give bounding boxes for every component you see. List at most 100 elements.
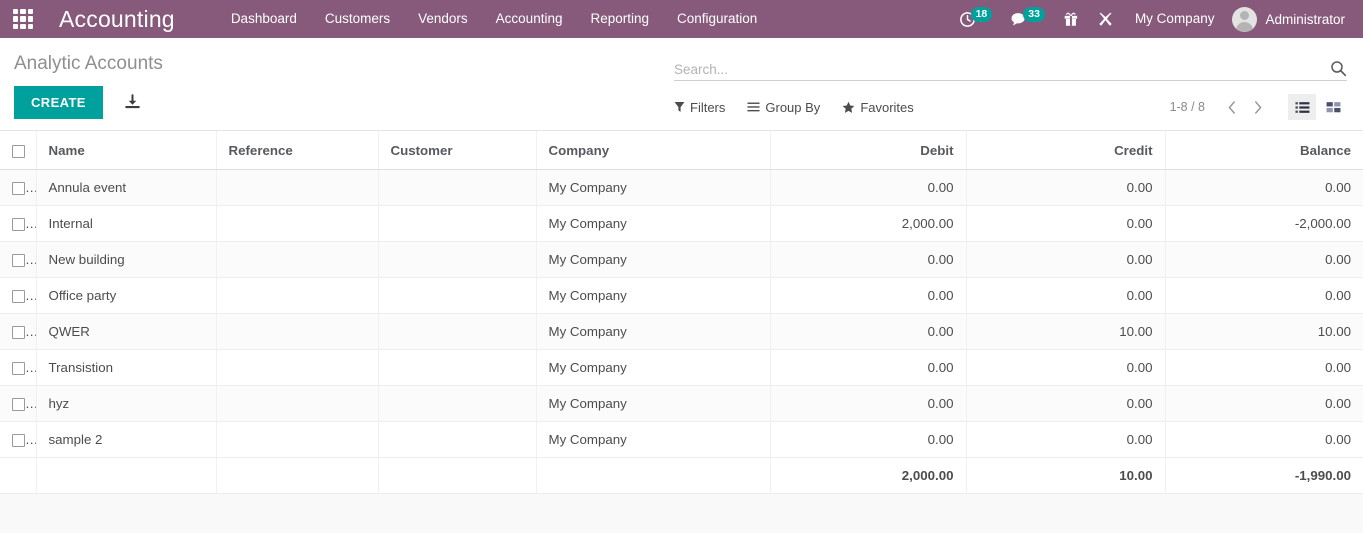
apps-grid-icon xyxy=(13,9,34,30)
row-select-cell xyxy=(0,242,36,278)
apps-menu-button[interactable] xyxy=(0,0,46,38)
cell-balance: 0.00 xyxy=(1165,242,1363,278)
menu-item-customers[interactable]: Customers xyxy=(311,0,404,38)
cell-customer xyxy=(378,350,536,386)
favorites-dropdown[interactable]: Favorites xyxy=(842,100,913,115)
messages-count-badge: 33 xyxy=(1023,7,1045,22)
cell-balance: -2,000.00 xyxy=(1165,206,1363,242)
menu-item-configuration[interactable]: Configuration xyxy=(663,0,771,38)
row-checkbox[interactable] xyxy=(12,290,25,303)
row-checkbox[interactable] xyxy=(12,362,25,375)
menu-item-dashboard[interactable]: Dashboard xyxy=(217,0,311,38)
company-selector[interactable]: My Company xyxy=(1123,0,1227,38)
row-select-cell xyxy=(0,314,36,350)
table-row[interactable]: Annula event My Company 0.00 0.00 0.00 xyxy=(0,170,1363,206)
column-header-reference[interactable]: Reference xyxy=(216,131,378,170)
cell-reference xyxy=(216,206,378,242)
cell-credit: 0.00 xyxy=(966,206,1165,242)
activities-button[interactable]: 18 xyxy=(950,0,1002,38)
row-select-cell xyxy=(0,386,36,422)
cell-name: Office party xyxy=(36,278,216,314)
totals-select-cell xyxy=(0,458,36,494)
search-icon xyxy=(1330,60,1347,77)
row-checkbox[interactable] xyxy=(12,254,25,267)
table-row[interactable]: Transistion My Company 0.00 0.00 0.00 xyxy=(0,350,1363,386)
filter-funnel-icon xyxy=(674,101,685,113)
cell-balance: 10.00 xyxy=(1165,314,1363,350)
row-checkbox[interactable] xyxy=(12,218,25,231)
row-checkbox[interactable] xyxy=(12,398,25,411)
cell-customer xyxy=(378,170,536,206)
filters-dropdown[interactable]: Filters xyxy=(674,100,725,115)
cell-name: Annula event xyxy=(36,170,216,206)
cell-balance: 0.00 xyxy=(1165,170,1363,206)
favorites-label: Favorites xyxy=(860,100,913,115)
group-by-dropdown[interactable]: Group By xyxy=(747,100,820,115)
user-name-label: Administrator xyxy=(1265,12,1345,27)
table-row[interactable]: New building My Company 0.00 0.00 0.00 xyxy=(0,242,1363,278)
column-header-company[interactable]: Company xyxy=(536,131,770,170)
row-select-cell xyxy=(0,170,36,206)
page-title: Analytic Accounts xyxy=(14,38,163,76)
row-checkbox[interactable] xyxy=(12,434,25,447)
cell-name: Internal xyxy=(36,206,216,242)
column-header-debit[interactable]: Debit xyxy=(770,131,966,170)
table-row[interactable]: QWER My Company 0.00 10.00 10.00 xyxy=(0,314,1363,350)
pager-count[interactable]: 1-8 / 8 xyxy=(1170,100,1205,114)
cell-credit: 0.00 xyxy=(966,170,1165,206)
avatar-icon xyxy=(1232,7,1257,32)
totals-company-cell xyxy=(536,458,770,494)
app-brand-accounting[interactable]: Accounting xyxy=(59,6,175,33)
row-checkbox[interactable] xyxy=(12,326,25,339)
cell-company: My Company xyxy=(536,242,770,278)
cell-balance: 0.00 xyxy=(1165,386,1363,422)
search-button[interactable] xyxy=(1322,60,1347,77)
cell-credit: 0.00 xyxy=(966,242,1165,278)
cell-name: sample 2 xyxy=(36,422,216,458)
table-header-row: Name Reference Customer Company Debit Cr… xyxy=(0,131,1363,170)
page-background xyxy=(0,494,1363,533)
cell-company: My Company xyxy=(536,350,770,386)
column-header-balance[interactable]: Balance xyxy=(1165,131,1363,170)
list-view-button[interactable] xyxy=(1288,94,1316,120)
column-header-credit[interactable]: Credit xyxy=(966,131,1165,170)
control-panel: Analytic Accounts CREATE xyxy=(0,38,1363,131)
table-row[interactable]: Office party My Company 0.00 0.00 0.00 xyxy=(0,278,1363,314)
cell-name: Transistion xyxy=(36,350,216,386)
menu-item-reporting[interactable]: Reporting xyxy=(576,0,663,38)
pager-next-button[interactable] xyxy=(1245,94,1271,120)
create-button[interactable]: CREATE xyxy=(14,86,103,119)
kanban-view-button[interactable] xyxy=(1319,94,1347,120)
chevron-right-icon xyxy=(1252,100,1264,115)
row-select-cell xyxy=(0,278,36,314)
cell-customer xyxy=(378,422,536,458)
cell-balance: 0.00 xyxy=(1165,350,1363,386)
import-records-button[interactable] xyxy=(123,93,142,112)
menu-item-accounting[interactable]: Accounting xyxy=(482,0,577,38)
select-all-checkbox[interactable] xyxy=(12,145,25,158)
cell-debit: 2,000.00 xyxy=(770,206,966,242)
table-row[interactable]: hyz My Company 0.00 0.00 0.00 xyxy=(0,386,1363,422)
search-input[interactable] xyxy=(674,62,1322,77)
totals-credit: 10.00 xyxy=(966,458,1165,494)
chevron-left-icon xyxy=(1226,100,1238,115)
import-download-icon xyxy=(123,93,142,112)
search-options-row: Filters Group By Favor xyxy=(674,92,1347,122)
cell-credit: 10.00 xyxy=(966,314,1165,350)
pager-previous-button[interactable] xyxy=(1219,94,1245,120)
row-checkbox[interactable] xyxy=(12,182,25,195)
messages-button[interactable]: 33 xyxy=(1001,0,1054,38)
records-list-view: Name Reference Customer Company Debit Cr… xyxy=(0,131,1363,494)
table-row[interactable]: Internal My Company 2,000.00 0.00 -2,000… xyxy=(0,206,1363,242)
gift-button[interactable] xyxy=(1054,0,1088,38)
user-menu-button[interactable]: Administrator xyxy=(1226,0,1355,38)
cell-company: My Company xyxy=(536,422,770,458)
menu-item-vendors[interactable]: Vendors xyxy=(404,0,482,38)
table-row[interactable]: sample 2 My Company 0.00 0.00 0.00 xyxy=(0,422,1363,458)
column-header-customer[interactable]: Customer xyxy=(378,131,536,170)
developer-tools-button[interactable] xyxy=(1088,0,1123,38)
totals-customer-cell xyxy=(378,458,536,494)
totals-row: 2,000.00 10.00 -1,990.00 xyxy=(0,458,1363,494)
cell-debit: 0.00 xyxy=(770,350,966,386)
column-header-name[interactable]: Name xyxy=(36,131,216,170)
